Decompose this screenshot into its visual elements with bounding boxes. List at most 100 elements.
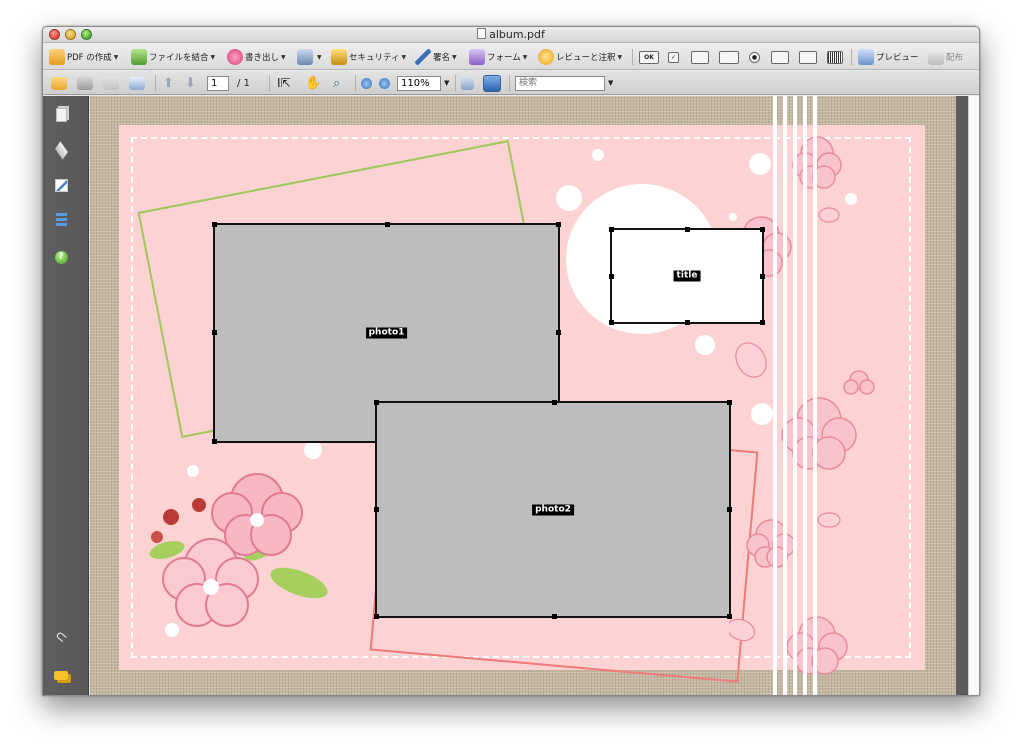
tasks-toolbar: PDF の作成 ▼ ファイルを結合 ▼ 書き出し ▼ ▼ セキュリティ ▼ 署名 ▼ フォ… bbox=[43, 44, 979, 70]
white-stripe bbox=[813, 96, 817, 695]
forms-button[interactable]: フォーム ▼ bbox=[469, 48, 527, 66]
resize-handle[interactable] bbox=[760, 320, 765, 325]
combine-files-button[interactable]: ファイルを結合 ▼ bbox=[131, 48, 215, 66]
sign-label: 署名 bbox=[433, 53, 451, 63]
toolbar-separator bbox=[851, 49, 852, 65]
review-comment-button[interactable]: レビューと注釈 ▼ bbox=[538, 48, 622, 66]
signatures-panel-button[interactable] bbox=[52, 176, 70, 194]
previous-page-button[interactable]: ⬆ bbox=[163, 74, 174, 92]
cherry-blossom-cluster bbox=[149, 473, 328, 627]
barcode-tool[interactable] bbox=[827, 48, 843, 66]
layers-panel-button[interactable] bbox=[52, 140, 70, 160]
petal-shape bbox=[735, 342, 767, 378]
chevron-down-icon: ▼ bbox=[317, 53, 322, 61]
photo1-label: photo1 bbox=[365, 327, 408, 339]
vertical-scrollbar[interactable] bbox=[968, 96, 979, 695]
title-placeholder[interactable]: title bbox=[609, 227, 765, 325]
search-input[interactable] bbox=[515, 75, 605, 91]
chevron-down-icon: ▼ bbox=[401, 53, 407, 61]
attachments-panel-button[interactable]: ⊂ bbox=[51, 627, 70, 647]
resize-handle[interactable] bbox=[212, 222, 217, 227]
zoom-out-button[interactable] bbox=[361, 74, 372, 92]
pages-panel-button[interactable] bbox=[52, 106, 70, 124]
resize-handle[interactable] bbox=[727, 507, 732, 512]
email-button[interactable] bbox=[129, 74, 147, 92]
save-button[interactable] bbox=[103, 74, 121, 92]
resize-handle[interactable] bbox=[556, 330, 561, 335]
layers-icon bbox=[54, 140, 68, 160]
hand-tool-button[interactable]: ✋ bbox=[305, 74, 321, 92]
print-button[interactable] bbox=[77, 74, 95, 92]
ok-button-tool[interactable]: OK bbox=[639, 48, 659, 66]
review-label: レビューと注釈 bbox=[556, 53, 616, 63]
resize-handle[interactable] bbox=[212, 439, 217, 444]
window-title-wrap: album.pdf bbox=[43, 28, 979, 41]
folder-icon bbox=[51, 76, 67, 90]
petal-shape bbox=[818, 207, 840, 223]
document-viewport[interactable]: photo1 photo2 title bbox=[90, 96, 970, 695]
resize-handle[interactable] bbox=[727, 614, 732, 619]
resize-handle[interactable] bbox=[385, 222, 390, 227]
resize-handle[interactable] bbox=[727, 400, 732, 405]
security-button[interactable]: セキュリティ ▼ bbox=[331, 48, 406, 66]
model-tree-panel-button[interactable] bbox=[52, 211, 70, 229]
create-pdf-button[interactable]: PDF の作成 ▼ bbox=[49, 48, 118, 66]
zoom-level-group: ▼ bbox=[397, 74, 449, 92]
resize-handle[interactable] bbox=[609, 274, 614, 279]
toolbar-separator bbox=[269, 75, 270, 91]
text-field-tool[interactable] bbox=[771, 48, 789, 66]
chevron-down-icon: ▼ bbox=[522, 53, 528, 61]
radio-button-tool[interactable]: ● bbox=[749, 48, 760, 66]
page-total-label: / 1 bbox=[237, 77, 250, 89]
resize-handle[interactable] bbox=[760, 227, 765, 232]
resize-handle[interactable] bbox=[374, 614, 379, 619]
preview-button[interactable]: プレビュー bbox=[858, 48, 919, 66]
zoom-in-button[interactable] bbox=[379, 74, 390, 92]
list-box-tool[interactable] bbox=[719, 48, 739, 66]
comments-panel-button[interactable] bbox=[52, 666, 70, 684]
resize-handle[interactable] bbox=[760, 274, 765, 279]
navigation-toolbar: ⬆ ⬇ / 1 I⇱ ✋ ⌕ ▼ bbox=[43, 71, 979, 95]
resize-handle[interactable] bbox=[556, 222, 561, 227]
marquee-zoom-button[interactable]: ⌕ bbox=[333, 74, 340, 92]
select-tool-button[interactable]: I⇱ bbox=[277, 74, 291, 92]
open-button[interactable] bbox=[51, 74, 69, 92]
checkbox-tool[interactable]: ✓ bbox=[668, 48, 679, 66]
resize-handle[interactable] bbox=[552, 614, 557, 619]
toolbar-separator bbox=[455, 75, 456, 91]
resize-handle[interactable] bbox=[685, 320, 690, 325]
petal-shape bbox=[729, 618, 756, 642]
scrolling-mode-button[interactable] bbox=[461, 74, 476, 92]
stamp-tool-button[interactable]: ▼ bbox=[297, 48, 322, 66]
decorative-dot bbox=[556, 185, 582, 211]
create-pdf-label: PDF の作成 bbox=[67, 53, 112, 63]
next-page-button[interactable]: ⬇ bbox=[185, 74, 196, 92]
resize-handle[interactable] bbox=[212, 330, 217, 335]
search-dropdown-chevron-icon[interactable]: ▼ bbox=[608, 79, 613, 87]
resize-handle[interactable] bbox=[374, 507, 379, 512]
resize-handle[interactable] bbox=[552, 400, 557, 405]
printer-icon bbox=[77, 76, 93, 90]
page-number-input[interactable] bbox=[207, 75, 229, 91]
fit-page-button[interactable] bbox=[483, 74, 503, 92]
help-button[interactable]: ? bbox=[52, 248, 70, 266]
digital-signature-tool[interactable] bbox=[799, 48, 817, 66]
page-scroll-icon bbox=[461, 76, 474, 90]
resize-handle[interactable] bbox=[685, 227, 690, 232]
page-number-group: / 1 bbox=[207, 74, 250, 92]
export-button[interactable]: 書き出し ▼ bbox=[227, 48, 286, 66]
resize-handle[interactable] bbox=[374, 400, 379, 405]
distribute-label: 配布 bbox=[946, 53, 964, 63]
combo-box-tool[interactable] bbox=[691, 48, 709, 66]
distribute-icon bbox=[928, 49, 944, 65]
button-field-icon: OK bbox=[639, 50, 659, 64]
resize-handle[interactable] bbox=[609, 227, 614, 232]
distribute-button[interactable]: 配布 bbox=[928, 48, 963, 66]
photo2-placeholder[interactable]: photo2 bbox=[374, 400, 732, 619]
zoom-level-input[interactable] bbox=[397, 75, 441, 91]
resize-handle[interactable] bbox=[609, 320, 614, 325]
export-icon bbox=[227, 49, 243, 65]
sign-button[interactable]: 署名 ▼ bbox=[415, 48, 457, 66]
zoom-dropdown-chevron-icon[interactable]: ▼ bbox=[444, 79, 449, 87]
window-title: album.pdf bbox=[489, 28, 545, 41]
